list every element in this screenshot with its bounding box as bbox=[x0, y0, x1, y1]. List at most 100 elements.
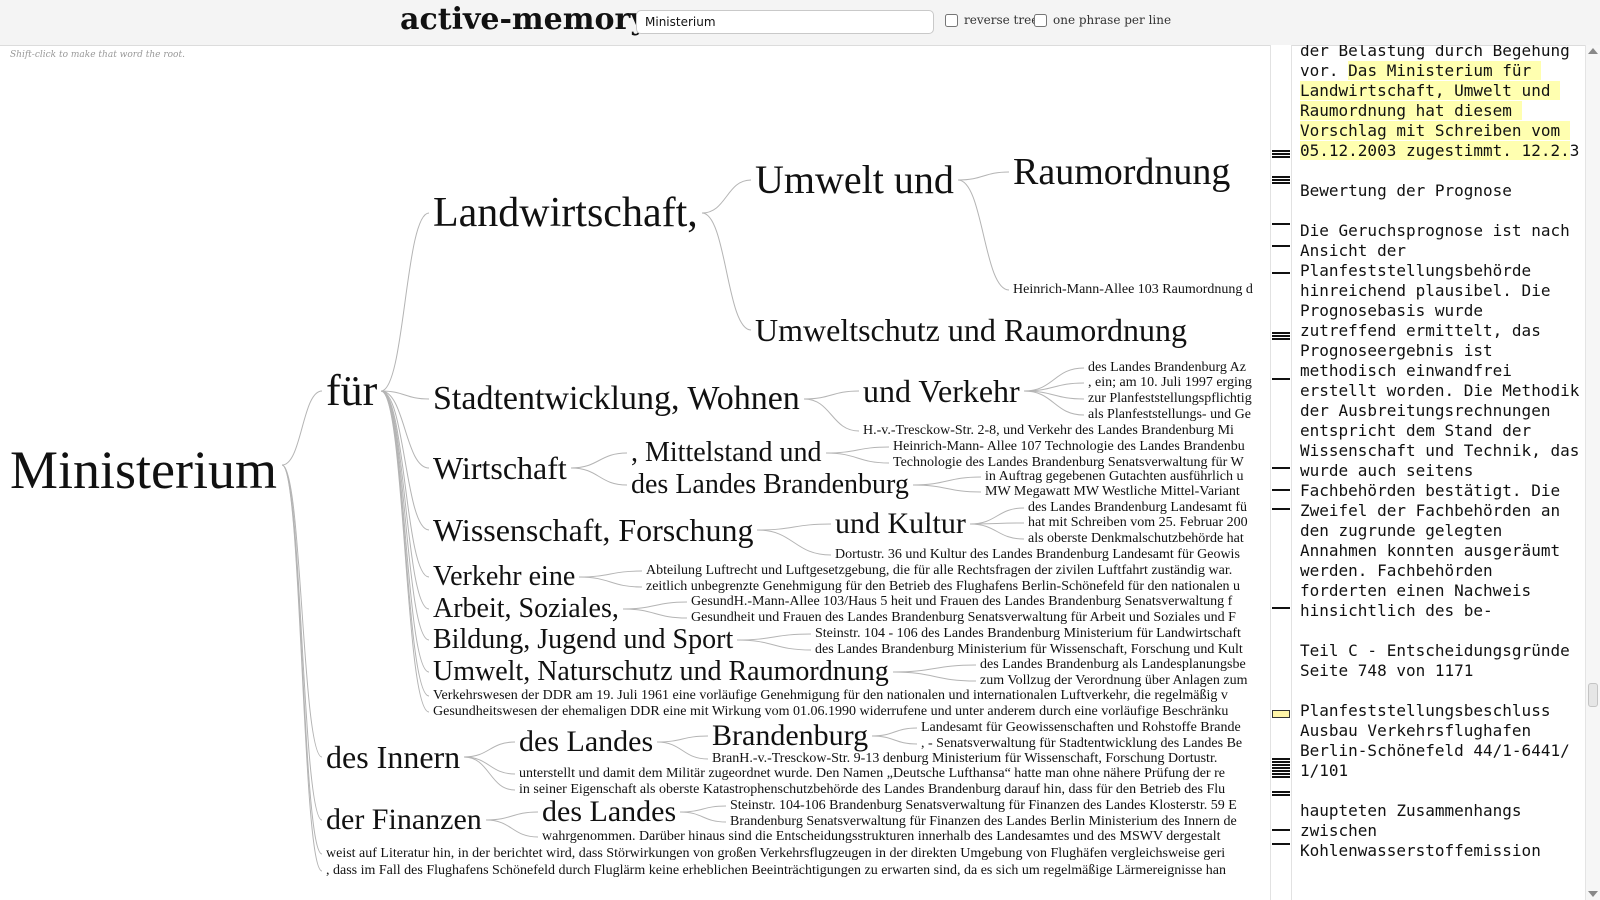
minimap-match-mark[interactable] bbox=[1272, 758, 1290, 760]
tree-node[interactable]: zur Planfeststellungspflichtig bbox=[1088, 392, 1252, 406]
tree-node[interactable]: Technologie des Landes Brandenburg Senat… bbox=[893, 456, 1244, 470]
minimap-match-mark[interactable] bbox=[1272, 791, 1290, 793]
search-input[interactable] bbox=[636, 10, 934, 34]
minimap-match-mark[interactable] bbox=[1272, 176, 1290, 178]
tree-node[interactable]: des Innern bbox=[326, 741, 460, 773]
minimap-match-mark[interactable] bbox=[1272, 829, 1290, 831]
minimap-match-mark[interactable] bbox=[1272, 335, 1290, 337]
tree-node[interactable]: Verkehrswesen der DDR am 19. Juli 1961 e… bbox=[433, 689, 1228, 703]
tree-node[interactable]: Abteilung Luftrecht und Luftgesetzgebung… bbox=[646, 564, 1232, 578]
tree-root-word[interactable]: Ministerium bbox=[10, 443, 277, 497]
tree-node[interactable]: Wirtschaft bbox=[433, 452, 567, 484]
tree-node[interactable]: Raumordnung bbox=[1013, 153, 1230, 191]
tree-node[interactable]: unterstellt und damit dem Militär zugeor… bbox=[519, 767, 1225, 781]
minimap-match-mark[interactable] bbox=[1272, 156, 1290, 158]
tree-node[interactable]: Umwelt, Naturschutz und Raumordnung bbox=[433, 658, 889, 686]
tree-node[interactable]: des Landes Brandenburg bbox=[631, 471, 909, 499]
tree-node[interactable]: Verkehr eine bbox=[433, 563, 575, 591]
tree-node[interactable]: H.-v.-Tresckow-Str. 2-8, und Verkehr des… bbox=[863, 424, 1234, 438]
tree-node[interactable]: Heinrich-Mann- Allee 107 Technologie des… bbox=[893, 440, 1245, 454]
tree-node[interactable]: , dass im Fall des Flughafens Schönefeld… bbox=[326, 864, 1226, 878]
tree-node[interactable]: Brandenburg Senatsverwaltung für Finanze… bbox=[730, 815, 1237, 829]
minimap-match-mark[interactable] bbox=[1272, 489, 1290, 491]
tree-link bbox=[578, 570, 643, 578]
tree-node[interactable]: Brandenburg bbox=[712, 721, 868, 751]
tree-link bbox=[701, 179, 752, 214]
one-phrase-option[interactable]: one phrase per line bbox=[1034, 13, 1171, 27]
tree-node[interactable]: Dortustr. 36 und Kultur des Landes Brand… bbox=[835, 548, 1240, 562]
minimap-match-mark[interactable] bbox=[1272, 245, 1290, 247]
tree-node[interactable]: des Landes Brandenburg Ministerium für W… bbox=[815, 643, 1243, 657]
tree-node[interactable]: des Landes Brandenburg als Landesplanung… bbox=[980, 658, 1246, 672]
minimap-match-mark[interactable] bbox=[1272, 332, 1290, 334]
tree-node[interactable]: BranH.-v.-Tresckow-Str. 9-13 denburg Min… bbox=[712, 752, 1217, 766]
tree-node[interactable]: MW Megawatt MW Westliche Mittel-Variant bbox=[985, 485, 1240, 499]
tree-node[interactable]: Landesamt für Geowissenschaften und Rohs… bbox=[921, 721, 1241, 735]
tree-node[interactable]: , - Senatsverwaltung für Stadtentwicklun… bbox=[921, 737, 1242, 751]
tree-node[interactable]: des Landes Brandenburg Landesamt fü bbox=[1028, 501, 1247, 515]
tree-node[interactable]: in Auftrag gegebenen Gutachten ausführli… bbox=[985, 470, 1244, 484]
minimap-match-mark[interactable] bbox=[1272, 794, 1290, 796]
tree-node[interactable]: weist auf Literatur hin, in der berichte… bbox=[326, 847, 1225, 861]
minimap-match-mark[interactable] bbox=[1272, 223, 1290, 225]
minimap-match-mark[interactable] bbox=[1272, 182, 1290, 184]
tree-node[interactable]: Gesundheit und Frauen des Landes Branden… bbox=[691, 611, 1236, 625]
minimap-match-mark[interactable] bbox=[1272, 467, 1290, 469]
tree-link bbox=[463, 756, 516, 775]
minimap-match-mark[interactable] bbox=[1272, 767, 1290, 769]
tree-node[interactable]: Bildung, Jugend und Sport bbox=[433, 626, 733, 654]
scroll-thumb[interactable] bbox=[1588, 683, 1598, 707]
minimap-match-mark[interactable] bbox=[1272, 843, 1290, 845]
minimap-match-mark[interactable] bbox=[1272, 607, 1290, 609]
vertical-scrollbar[interactable] bbox=[1585, 45, 1600, 900]
scroll-up-arrow-icon[interactable] bbox=[1588, 48, 1598, 54]
tree-node[interactable]: Umweltschutz und Raumordnung bbox=[755, 314, 1187, 346]
tree-node[interactable]: für bbox=[326, 369, 377, 413]
tree-node[interactable]: , ein; am 10. Juli 1997 erging bbox=[1088, 376, 1252, 390]
minimap-match-mark[interactable] bbox=[1272, 150, 1290, 152]
tree-node[interactable]: des Landes bbox=[519, 727, 653, 757]
tree-node[interactable]: des Landes Brandenburg Az bbox=[1088, 361, 1246, 375]
tree-node[interactable]: Stadtentwicklung, Wohnen bbox=[433, 382, 800, 416]
tree-node[interactable]: Umwelt und bbox=[755, 160, 954, 200]
reverse-tree-option[interactable]: reverse tree bbox=[945, 13, 1038, 27]
minimap-match-mark[interactable] bbox=[1272, 272, 1290, 274]
tree-node[interactable]: , Mittelstand und bbox=[631, 439, 822, 467]
document-minimap[interactable] bbox=[1270, 45, 1292, 900]
tree-node[interactable]: Gesundheitswesen der ehemaligen DDR eine… bbox=[433, 705, 1228, 719]
minimap-match-mark[interactable] bbox=[1272, 761, 1290, 763]
reverse-tree-checkbox[interactable] bbox=[945, 13, 958, 27]
scroll-down-arrow-icon[interactable] bbox=[1588, 891, 1598, 897]
tree-node[interactable]: hat mit Schreiben vom 25. Februar 200 bbox=[1028, 516, 1248, 530]
tree-node[interactable]: Heinrich-Mann-Allee 103 Raumordnung d bbox=[1013, 283, 1253, 297]
minimap-match-mark[interactable] bbox=[1272, 338, 1290, 340]
tree-link bbox=[912, 476, 982, 486]
tree-node[interactable]: Steinstr. 104 - 106 des Landes Brandenbu… bbox=[815, 627, 1241, 641]
tree-node[interactable]: des Landes bbox=[542, 797, 676, 827]
minimap-match-mark[interactable] bbox=[1272, 153, 1290, 155]
minimap-match-mark[interactable] bbox=[1272, 776, 1290, 778]
tree-link bbox=[380, 390, 430, 531]
minimap-match-mark[interactable] bbox=[1272, 378, 1290, 380]
minimap-match-mark[interactable] bbox=[1272, 508, 1290, 510]
tree-node[interactable]: wahrgenommen. Darüber hinaus sind die En… bbox=[542, 830, 1220, 844]
tree-link bbox=[892, 664, 977, 673]
tree-node[interactable]: Arbeit, Soziales, bbox=[433, 595, 619, 623]
tree-node[interactable]: Landwirtschaft, bbox=[433, 192, 698, 234]
tree-node[interactable]: und Kultur bbox=[835, 509, 966, 539]
tree-node[interactable]: zeitlich unbegrenzte Genehmigung für den… bbox=[646, 580, 1240, 594]
tree-node[interactable]: Wissenschaft, Forschung bbox=[433, 514, 753, 546]
tree-node[interactable]: der Finanzen bbox=[326, 805, 482, 835]
tree-node[interactable]: als oberste Denkmalschutzbehörde hat bbox=[1028, 532, 1244, 546]
tree-node[interactable]: Steinstr. 104-106 Brandenburg Senatsverw… bbox=[730, 799, 1237, 813]
minimap-current-marker bbox=[1272, 710, 1290, 718]
one-phrase-checkbox[interactable] bbox=[1034, 13, 1047, 27]
minimap-match-mark[interactable] bbox=[1272, 770, 1290, 772]
minimap-match-mark[interactable] bbox=[1272, 773, 1290, 775]
minimap-match-mark[interactable] bbox=[1272, 179, 1290, 181]
minimap-match-mark[interactable] bbox=[1272, 764, 1290, 766]
tree-node[interactable]: als Planfeststellungs- und Ge bbox=[1088, 408, 1251, 422]
tree-node[interactable]: zum Vollzug der Verordnung über Anlagen … bbox=[980, 674, 1248, 688]
tree-node[interactable]: und Verkehr bbox=[863, 375, 1020, 407]
tree-node[interactable]: GesundH.-Mann-Allee 103/Haus 5 heit und … bbox=[691, 595, 1232, 609]
